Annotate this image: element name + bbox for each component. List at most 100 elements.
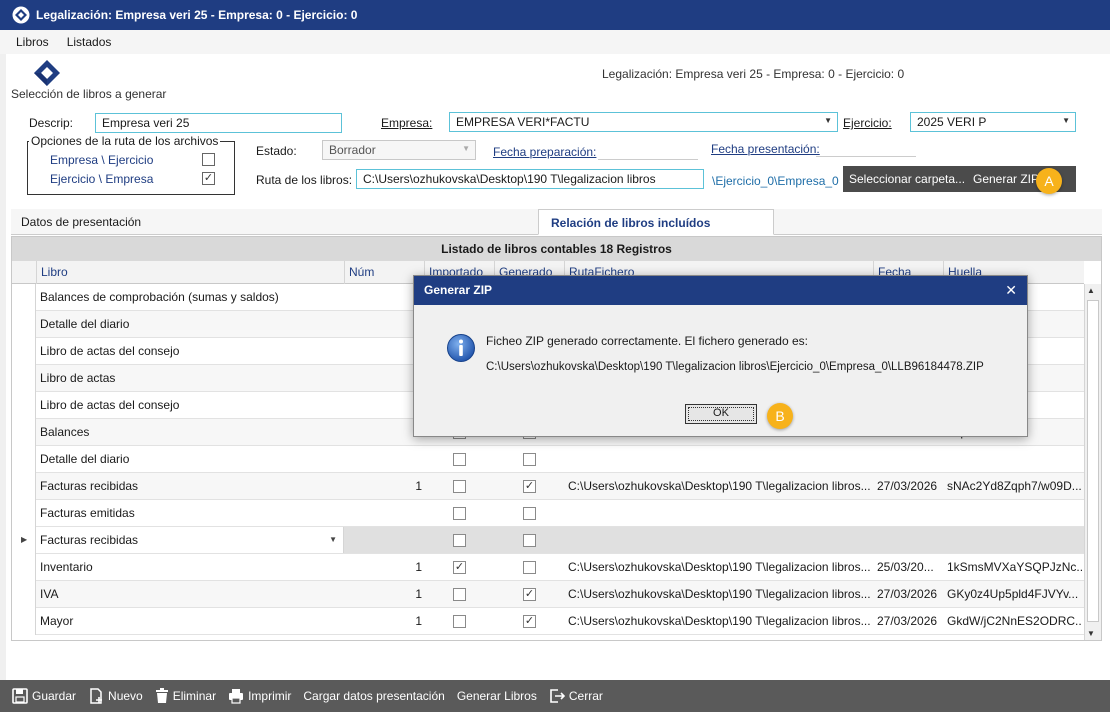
generado-checkbox[interactable]: ✓: [523, 480, 536, 493]
ejercicio-value: 2025 VERI P: [917, 115, 987, 129]
generado-checkbox[interactable]: [523, 507, 536, 520]
fecha-presentacion-label[interactable]: Fecha presentación:: [711, 142, 820, 156]
new-button[interactable]: Nuevo: [88, 688, 143, 704]
importado-checkbox[interactable]: [453, 534, 466, 547]
cell-huella: [947, 527, 1082, 554]
ejercicio-select[interactable]: 2025 VERI P ▼: [910, 112, 1076, 132]
menu-libros[interactable]: Libros: [16, 35, 49, 49]
cell-rutafichero: C:\Users\ozhukovska\Desktop\190 T\legali…: [568, 614, 871, 628]
row-selector[interactable]: [12, 311, 36, 338]
row-selector[interactable]: [12, 284, 36, 311]
table-row[interactable]: ▼ Facturas recibidas ▶: [12, 527, 1084, 554]
generate-zip-button[interactable]: Generar ZIP: [973, 172, 1039, 186]
option-ejercicio-empresa-checkbox[interactable]: ✓: [202, 172, 215, 185]
save-label: Guardar: [32, 689, 77, 703]
header-libro[interactable]: Libro: [36, 261, 344, 284]
cell-libro: Balances: [40, 425, 90, 439]
row-selector[interactable]: [12, 473, 36, 500]
row-selector[interactable]: [12, 392, 36, 419]
cell-num: [344, 419, 422, 446]
ok-button[interactable]: OK: [685, 404, 757, 424]
generado-checkbox[interactable]: ✓: [523, 588, 536, 601]
tabs-bar: Datos de presentación Relación de libros…: [11, 209, 1102, 235]
cell-num: 1: [415, 614, 422, 628]
generado-checkbox[interactable]: [523, 561, 536, 574]
select-folder-button[interactable]: Seleccionar carpeta...: [849, 172, 965, 186]
app-logo-icon: [12, 6, 30, 24]
info-icon: [447, 334, 475, 362]
importado-checkbox[interactable]: [453, 615, 466, 628]
row-selector[interactable]: [12, 365, 36, 392]
path-options-group: [27, 141, 235, 195]
importado-checkbox[interactable]: [453, 480, 466, 493]
dropdown-arrow-icon[interactable]: ▼: [1062, 116, 1070, 125]
save-button[interactable]: Guardar: [12, 688, 76, 704]
header-num[interactable]: Núm: [344, 261, 424, 284]
scroll-down-icon[interactable]: ▼: [1087, 629, 1095, 638]
ruta-suffix: \Ejercicio_0\Empresa_0: [712, 174, 839, 188]
empresa-select[interactable]: EMPRESA VERI*FACTU ▼: [449, 112, 838, 132]
fecha-preparacion-input[interactable]: [598, 140, 698, 160]
close-label: Cerrar: [568, 689, 603, 703]
importado-checkbox[interactable]: ✓: [453, 561, 466, 574]
dropdown-arrow-icon[interactable]: ▼: [824, 116, 832, 125]
cell-num: [344, 365, 422, 392]
row-selector[interactable]: [12, 581, 36, 608]
generado-checkbox[interactable]: [523, 453, 536, 466]
ruta-label: Ruta de los libros:: [256, 173, 353, 187]
generado-checkbox[interactable]: [523, 534, 536, 547]
cell-rutafichero: [568, 446, 871, 473]
table-row[interactable]: IVA 1 C:\Users\ozhukovska\Desktop\190 T\le…: [12, 581, 1084, 608]
ejercicio-label[interactable]: Ejercicio:: [843, 116, 892, 130]
table-row[interactable]: Facturas emitidas: [12, 500, 1084, 527]
importado-checkbox[interactable]: [453, 453, 466, 466]
dropdown-arrow-icon: ▼: [462, 144, 470, 153]
generate-books-button[interactable]: Generar Libros: [457, 689, 537, 703]
print-button[interactable]: Imprimir: [228, 688, 291, 704]
option-empresa-ejercicio-checkbox[interactable]: [202, 153, 215, 166]
row-selector[interactable]: [12, 338, 36, 365]
empresa-label[interactable]: Empresa:: [381, 116, 432, 130]
row-selector[interactable]: [12, 500, 36, 527]
table-row[interactable]: Facturas recibidas 1 C:\Users\ozhukovska\D…: [12, 473, 1084, 500]
generate-books-label: Generar Libros: [456, 689, 537, 703]
close-icon[interactable]: ✕: [1005, 276, 1017, 305]
scroll-up-icon[interactable]: ▲: [1087, 286, 1095, 295]
footer-toolbar: Guardar Nuevo Eliminar Imprimir Cargar d…: [0, 680, 1110, 712]
menu-listados[interactable]: Listados: [67, 35, 112, 49]
tab-relacion-libros[interactable]: Relación de libros incluídos: [538, 209, 774, 235]
row-selector[interactable]: [12, 419, 36, 446]
descrip-input[interactable]: Empresa veri 25: [95, 113, 342, 133]
grid-scrollbar[interactable]: ▲ ▼: [1084, 284, 1101, 640]
table-row[interactable]: Mayor 1 C:\Users\ozhukovska\Desktop\190 T\…: [12, 608, 1084, 635]
close-button[interactable]: Cerrar: [549, 688, 603, 704]
fecha-presentacion-input[interactable]: [816, 137, 916, 157]
generado-checkbox[interactable]: ✓: [523, 615, 536, 628]
row-selector[interactable]: [12, 446, 36, 473]
row-selector[interactable]: [12, 554, 36, 581]
cell-huella: [947, 446, 1082, 473]
cell-num: [344, 338, 422, 365]
importado-checkbox[interactable]: [453, 588, 466, 601]
table-row[interactable]: Detalle del diario: [12, 446, 1084, 473]
cell-libro: Libro de actas del consejo: [40, 398, 180, 412]
cell-huella: GKy0z4Up5pld4FJVYv...: [947, 587, 1079, 601]
cell-huella: [947, 500, 1082, 527]
table-row[interactable]: Inventario 1 C:\Users\ozhukovska\Desktop\1…: [12, 554, 1084, 581]
cell-libro: Balances de comprobación (sumas y saldos…: [40, 290, 279, 304]
dialog-path: C:\Users\ozhukovska\Desktop\190 T\legali…: [486, 361, 984, 373]
estado-label: Estado:: [256, 144, 297, 158]
tab-datos-presentacion[interactable]: Datos de presentación: [11, 209, 538, 235]
delete-button[interactable]: Eliminar: [155, 688, 216, 704]
load-presentation-button[interactable]: Cargar datos presentación: [303, 689, 444, 703]
cell-huella: 1kSmsMVXaYSQPJzNc...: [947, 560, 1082, 574]
row-selector[interactable]: [12, 608, 36, 635]
cell-num: [344, 446, 422, 473]
importado-checkbox[interactable]: [453, 507, 466, 520]
current-row-arrow-icon: ▶: [21, 535, 28, 544]
fecha-preparacion-label[interactable]: Fecha preparación:: [493, 145, 596, 159]
dialog-message: Ficheo ZIP generado correctamente. El fi…: [486, 334, 808, 348]
scroll-thumb[interactable]: [1087, 300, 1099, 622]
cell-huella: GkdW/jC2NnES2ODRC...: [947, 614, 1082, 628]
ruta-input[interactable]: C:\Users\ozhukovska\Desktop\190 T\legali…: [356, 169, 704, 189]
